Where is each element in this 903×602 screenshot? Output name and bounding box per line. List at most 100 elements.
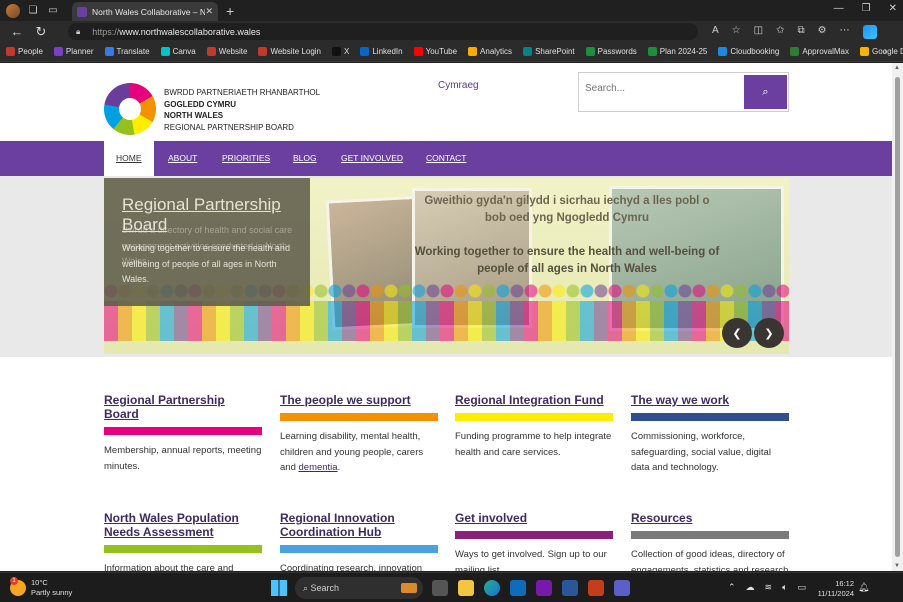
close-window-button[interactable]: ✕ — [889, 3, 897, 14]
extensions-icon[interactable]: ⚙ — [818, 25, 827, 39]
teams-icon[interactable] — [614, 580, 630, 596]
split-screen-icon[interactable]: ◫ — [754, 25, 763, 39]
search-input[interactable] — [585, 83, 735, 94]
tab-close-icon[interactable]: ✕ — [205, 6, 213, 17]
nav-blog[interactable]: BLOG — [293, 153, 317, 163]
banner-english-text: Working together to ensure the health an… — [414, 246, 720, 275]
main-navigation: HOME ABOUT PRIORITIES BLOG GET INVOLVED … — [0, 141, 892, 176]
bookmark-plan-2024-25[interactable]: Plan 2024-25 — [647, 47, 707, 56]
feature-card: Regional Integration Fund Funding program… — [455, 393, 613, 460]
edge-browser-icon[interactable] — [484, 580, 500, 596]
url-field[interactable]: 🔒︎ https://www.northwalescollaborative.w… — [68, 23, 698, 40]
bookmark-sharepoint[interactable]: SharePoint — [523, 47, 575, 56]
slider-next-button[interactable]: ❯ — [754, 318, 784, 348]
bookmark-cloudbooking[interactable]: Cloudbooking — [718, 47, 779, 56]
read-aloud-icon[interactable]: A — [712, 25, 719, 39]
card-description: Collection of good ideas, directory of e… — [631, 547, 789, 571]
bookmark-passwords[interactable]: Passwords — [585, 47, 637, 56]
search-highlight-icon — [401, 583, 417, 593]
battery-icon[interactable]: ▭ — [798, 582, 807, 593]
bookmark-website[interactable]: Website — [206, 47, 247, 56]
notifications-icon[interactable]: 🔔︎ — [858, 582, 869, 593]
copilot-icon[interactable] — [862, 24, 877, 39]
collections-icon[interactable]: ⧉ — [797, 25, 804, 39]
bookmark-x[interactable]: X — [332, 47, 349, 56]
profile-avatar[interactable] — [6, 3, 20, 18]
task-view-icon[interactable] — [432, 580, 448, 596]
bookmark-linkedin[interactable]: LinkedIn — [360, 47, 403, 56]
card-description-end: . — [337, 462, 341, 473]
card-title-link[interactable]: The people we support — [280, 393, 438, 407]
favorite-star-icon[interactable]: ☆ — [732, 25, 741, 39]
tray-overflow-icon[interactable]: ⌃ — [728, 582, 736, 593]
feature-card: North Wales Population Needs Assessment I… — [104, 511, 262, 571]
page-scrollbar[interactable]: ▲ ▼ — [892, 63, 903, 571]
more-menu-icon[interactable]: ⋯ — [840, 25, 850, 39]
feature-card: Regional Innovation Coordination Hub Coor… — [280, 511, 438, 571]
app-icon[interactable] — [588, 580, 604, 596]
nav-about[interactable]: ABOUT — [168, 153, 197, 163]
nav-priorities[interactable]: PRIORITIES — [222, 153, 270, 163]
nav-get-involved[interactable]: GET INVOLVED — [341, 153, 403, 163]
volume-icon[interactable]: 🔈︎ — [782, 582, 787, 593]
card-description-text: Information about the care and — [104, 563, 234, 571]
taskbar-search[interactable]: ⌕ Search — [295, 577, 423, 599]
back-arrow-icon[interactable]: ← — [10, 24, 24, 39]
weather-widget[interactable]: 1 10°C Partly sunny — [10, 577, 72, 598]
bookmark-icon — [860, 47, 869, 56]
onenote-icon[interactable] — [536, 580, 552, 596]
bookmark-google-drive[interactable]: Google Drive — [860, 47, 903, 56]
bookmark-website-login[interactable]: Website Login — [258, 47, 321, 56]
workspaces-icon[interactable]: ❏ — [26, 4, 40, 18]
word-icon[interactable] — [562, 580, 578, 596]
search-button[interactable]: ⌕ — [744, 75, 787, 109]
bookmark-approvalmax[interactable]: ApprovalMax — [790, 47, 849, 56]
rpb-logo[interactable] — [104, 83, 156, 135]
card-title-link[interactable]: The way we work — [631, 393, 789, 407]
toolbar-actions: A ☆ ◫ ✩ ⧉ ⚙ ⋯ — [712, 24, 877, 39]
active-tab[interactable]: North Wales Collaborative – Nort ✕ — [72, 2, 218, 21]
refresh-icon[interactable]: ↻ — [34, 24, 48, 40]
bookmark-youtube[interactable]: YouTube — [413, 47, 457, 56]
card-title-link[interactable]: Regional Partnership Board — [104, 393, 262, 421]
nav-home[interactable]: HOME — [104, 141, 154, 176]
org-line-welsh-region: GOGLEDD CYMRU — [164, 99, 236, 109]
card-title-link[interactable]: North Wales Population Needs Assessment — [104, 511, 262, 539]
card-title-link[interactable]: Resources — [631, 511, 789, 525]
scrollbar-thumb[interactable] — [895, 77, 900, 557]
new-tab-button[interactable]: + — [226, 3, 234, 19]
taskbar-search-label: Search — [310, 583, 340, 593]
file-explorer-icon[interactable] — [458, 580, 474, 596]
minimize-button[interactable]: — — [834, 3, 844, 14]
search-icon: ⌕ — [762, 85, 769, 98]
hero-title-link[interactable]: Regional Partnership Board — [122, 195, 302, 235]
card-title-link[interactable]: Regional Integration Fund — [455, 393, 613, 407]
windows-start-icon[interactable] — [271, 580, 287, 596]
favorites-icon[interactable]: ✩ — [776, 25, 784, 39]
url-domain: www.northwalescollaborative.wales — [119, 26, 261, 37]
wifi-icon[interactable]: ≋ — [765, 582, 773, 593]
scroll-up-icon[interactable]: ▲ — [894, 65, 900, 71]
card-title-link[interactable]: Regional Innovation Coordination Hub — [280, 511, 438, 539]
bookmark-translate[interactable]: Translate — [104, 47, 150, 56]
bookmarks-more-icon[interactable]: › — [884, 46, 887, 57]
bookmark-label: Planner — [65, 47, 94, 56]
bookmark-analytics[interactable]: Analytics — [468, 47, 512, 56]
slider-prev-button[interactable]: ❮ — [722, 318, 752, 348]
scroll-down-icon[interactable]: ▼ — [894, 563, 900, 569]
nav-contact[interactable]: CONTACT — [426, 153, 466, 163]
language-switch-link[interactable]: Cymraeg — [438, 80, 479, 91]
bookmark-people[interactable]: People — [6, 47, 43, 56]
bookmark-icon — [53, 47, 63, 56]
windows-taskbar: 1 10°C Partly sunny ⌕ Search ⌃ ☁ ≋ 🔈︎ ▭ … — [0, 572, 903, 602]
maximize-button[interactable]: ❐ — [862, 3, 871, 14]
card-title-link[interactable]: Get involved — [455, 511, 613, 525]
onedrive-icon[interactable]: ☁ — [746, 582, 755, 593]
clock[interactable]: 16:12 11/11/2024 — [814, 579, 854, 599]
card-description: Learning disability, mental health, chil… — [280, 429, 438, 476]
bookmark-canva[interactable]: Canva — [160, 47, 196, 56]
bookmark-planner[interactable]: Planner — [53, 47, 94, 56]
outlook-icon[interactable] — [510, 580, 526, 596]
card-inline-link[interactable]: dementia — [299, 462, 338, 473]
tab-actions-icon[interactable]: ▭ — [46, 4, 60, 18]
